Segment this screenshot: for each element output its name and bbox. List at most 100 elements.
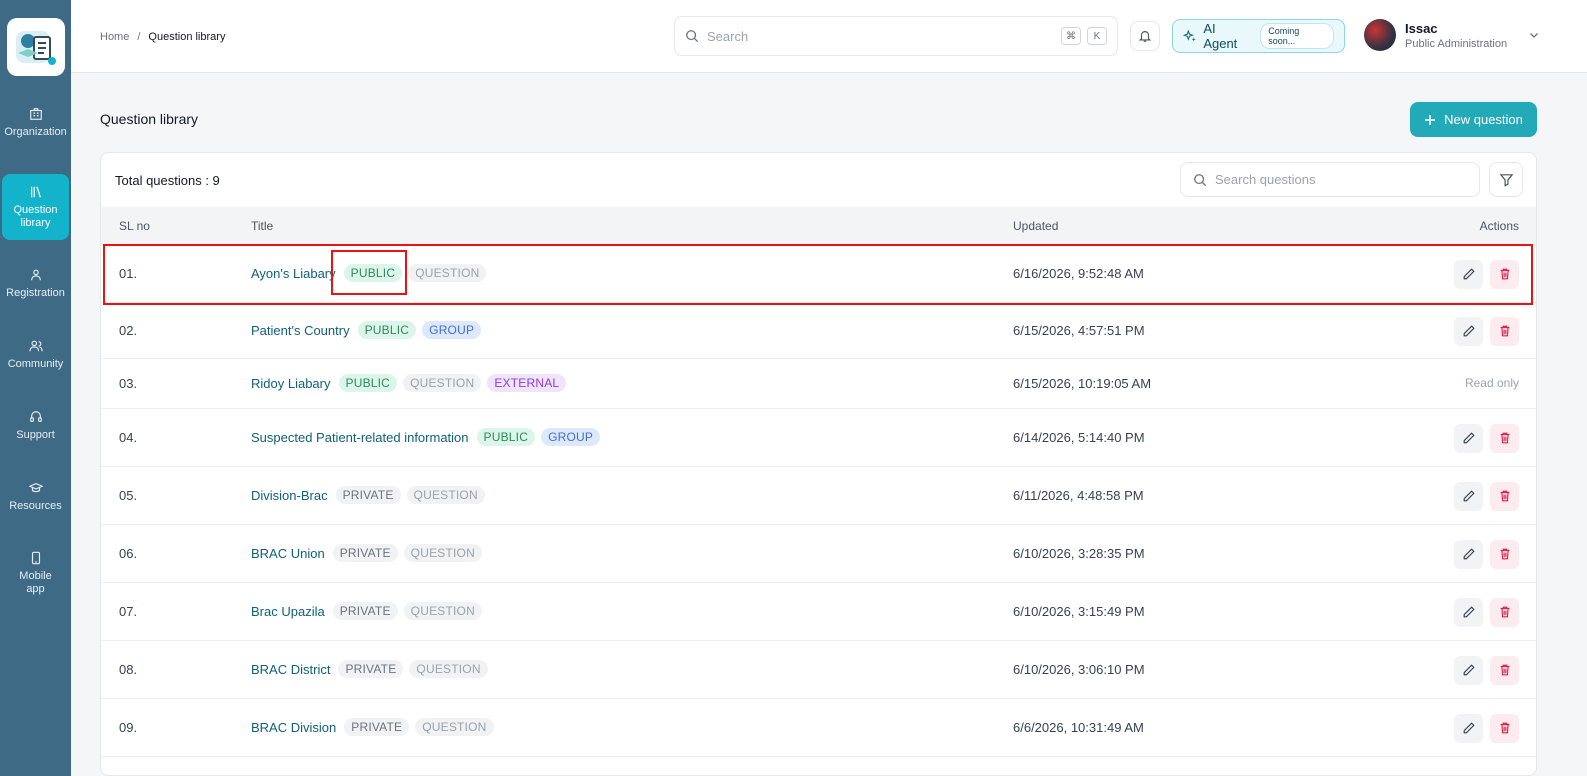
row-title-link[interactable]: Ayon's Liabary	[251, 266, 336, 281]
delete-button[interactable]	[1490, 316, 1519, 346]
page-title: Question library	[100, 111, 199, 127]
row-title-cell: BRAC Union PRIVATE QUESTION	[251, 544, 482, 562]
tag-public: PUBLIC	[476, 428, 536, 446]
sidebar-item-support[interactable]: Support	[2, 410, 69, 481]
row-title-link[interactable]: Brac Upazila	[251, 604, 325, 619]
table-row[interactable]: 09. BRAC Division PRIVATE QUESTION 6/6/2026,…	[101, 699, 1536, 757]
sidebar-item-label: Resources	[9, 500, 62, 512]
trash-icon	[1500, 548, 1509, 560]
trash-icon	[1500, 722, 1509, 734]
pencil-icon	[1463, 664, 1475, 676]
pencil-icon	[1463, 722, 1475, 734]
sidebar-item-registration[interactable]: Registration	[2, 268, 69, 339]
tag-question: QUESTION	[409, 660, 488, 678]
row-title-cell: Division-Brac PRIVATE QUESTION	[251, 486, 485, 504]
app-logo[interactable]	[6, 18, 65, 76]
tag-private: PRIVATE	[332, 544, 398, 562]
sidebar-item-resources[interactable]: Resources	[2, 481, 69, 551]
row-title-link[interactable]: BRAC District	[251, 662, 330, 677]
edit-button[interactable]	[1454, 481, 1483, 511]
coming-soon-badge: Coming soon...	[1260, 23, 1334, 49]
table-row[interactable]: 04. Suspected Patient-related information…	[101, 409, 1536, 467]
tag-group: GROUP	[422, 321, 482, 339]
search-questions-input[interactable]: Search questions	[1180, 162, 1480, 197]
row-title-link[interactable]: Suspected Patient-related information	[251, 430, 469, 445]
edit-button[interactable]	[1454, 316, 1483, 346]
trash-icon	[1500, 432, 1509, 444]
row-updated: 6/11/2026, 4:48:58 PM	[1013, 488, 1144, 503]
sidebar-item-label: Support	[16, 429, 55, 441]
row-title-link[interactable]: Division-Brac	[251, 488, 328, 503]
delete-button[interactable]	[1490, 539, 1519, 569]
edit-button[interactable]	[1454, 423, 1483, 453]
column-sl-no: SL no	[119, 219, 150, 233]
edit-button[interactable]	[1454, 713, 1483, 743]
new-question-button[interactable]: New question	[1410, 102, 1537, 137]
search-questions-placeholder: Search questions	[1215, 172, 1316, 187]
sidebar-item-label: Registration	[6, 287, 65, 299]
row-title-link[interactable]: Patient's Country	[251, 323, 350, 338]
tag-question: QUESTION	[403, 544, 482, 562]
delete-button[interactable]	[1490, 259, 1519, 289]
global-search[interactable]: Search ⌘ K	[674, 16, 1118, 56]
row-title-cell: Ridoy Liabary PUBLIC QUESTION EXTERNAL	[251, 374, 567, 392]
filter-button[interactable]	[1489, 162, 1523, 197]
row-actions	[1454, 259, 1519, 289]
breadcrumb: Home / Question library	[100, 31, 225, 43]
table-row[interactable]: 03. Ridoy Liabary PUBLIC QUESTION EXTERNAL 6/…	[101, 359, 1536, 409]
search-placeholder: Search	[707, 28, 749, 44]
tag-private: PRIVATE	[335, 486, 401, 504]
row-title-link[interactable]: Ridoy Liabary	[251, 376, 331, 391]
row-sl-no: 05.	[119, 488, 138, 503]
pencil-icon	[1463, 606, 1475, 618]
user-menu[interactable]: Issac Public Administration	[1364, 19, 1540, 51]
notifications-button[interactable]	[1130, 21, 1160, 51]
sidebar-item-label: Organization	[4, 126, 67, 138]
column-updated[interactable]: Updated	[1013, 219, 1058, 233]
delete-button[interactable]	[1490, 713, 1519, 743]
sidebar-item-organization[interactable]: Organization	[2, 107, 69, 177]
edit-button[interactable]	[1454, 539, 1483, 569]
headset-icon	[29, 411, 42, 422]
row-title-cell: Brac Upazila PRIVATE QUESTION	[251, 602, 482, 620]
tag-group: GROUP	[541, 428, 601, 446]
edit-button[interactable]	[1454, 597, 1483, 627]
row-title-link[interactable]: BRAC Division	[251, 720, 336, 735]
chevron-down-icon	[1530, 33, 1539, 38]
table-row[interactable]: 01. Ayon's Liabary PUBLIC QUESTION 6/16/2026…	[101, 245, 1536, 303]
sidebar-item-question-library[interactable]: Question library	[2, 174, 69, 240]
table-row[interactable]: 06. BRAC Union PRIVATE QUESTION 6/10/2026, 3…	[101, 525, 1536, 583]
delete-button[interactable]	[1490, 655, 1519, 685]
edit-button[interactable]	[1454, 259, 1483, 289]
tag-external: EXTERNAL	[487, 374, 567, 392]
row-sl-no: 09.	[119, 720, 138, 735]
table-row[interactable]: 05. Division-Brac PRIVATE QUESTION 6/11/2026…	[101, 467, 1536, 525]
tag-private: PRIVATE	[344, 718, 410, 736]
users-icon	[28, 340, 43, 352]
column-title[interactable]: Title	[251, 219, 273, 233]
row-actions	[1454, 423, 1519, 453]
tag-private: PRIVATE	[332, 602, 398, 620]
delete-button[interactable]	[1490, 423, 1519, 453]
graduation-cap-icon	[28, 483, 43, 493]
tag-public: PUBLIC	[343, 264, 403, 282]
sidebar-item-mobile-app[interactable]: Mobile app	[2, 551, 69, 596]
row-actions	[1454, 316, 1519, 346]
table-row[interactable]: 02. Patient's Country PUBLIC GROUP 6/15/2026…	[101, 303, 1536, 359]
row-title-cell: Ayon's Liabary PUBLIC QUESTION	[251, 264, 487, 282]
breadcrumb-home[interactable]: Home	[100, 31, 129, 43]
tag-private: PRIVATE	[338, 660, 404, 678]
row-sl-no: 02.	[119, 323, 138, 338]
logo-icon	[15, 31, 56, 65]
delete-button[interactable]	[1490, 481, 1519, 511]
tag-question: QUESTION	[403, 602, 482, 620]
table-row[interactable]: 07. Brac Upazila PRIVATE QUESTION 6/10/2026,…	[101, 583, 1536, 641]
delete-button[interactable]	[1490, 597, 1519, 627]
row-actions: Read only	[1465, 376, 1519, 390]
row-title-link[interactable]: BRAC Union	[251, 546, 325, 561]
breadcrumb-separator: /	[137, 31, 141, 43]
table-row[interactable]: 08. BRAC District PRIVATE QUESTION 6/10/2026…	[101, 641, 1536, 699]
ai-agent-button[interactable]: AI Agent Coming soon...	[1172, 19, 1345, 53]
sidebar-item-community[interactable]: Community	[2, 339, 69, 410]
edit-button[interactable]	[1454, 655, 1483, 685]
